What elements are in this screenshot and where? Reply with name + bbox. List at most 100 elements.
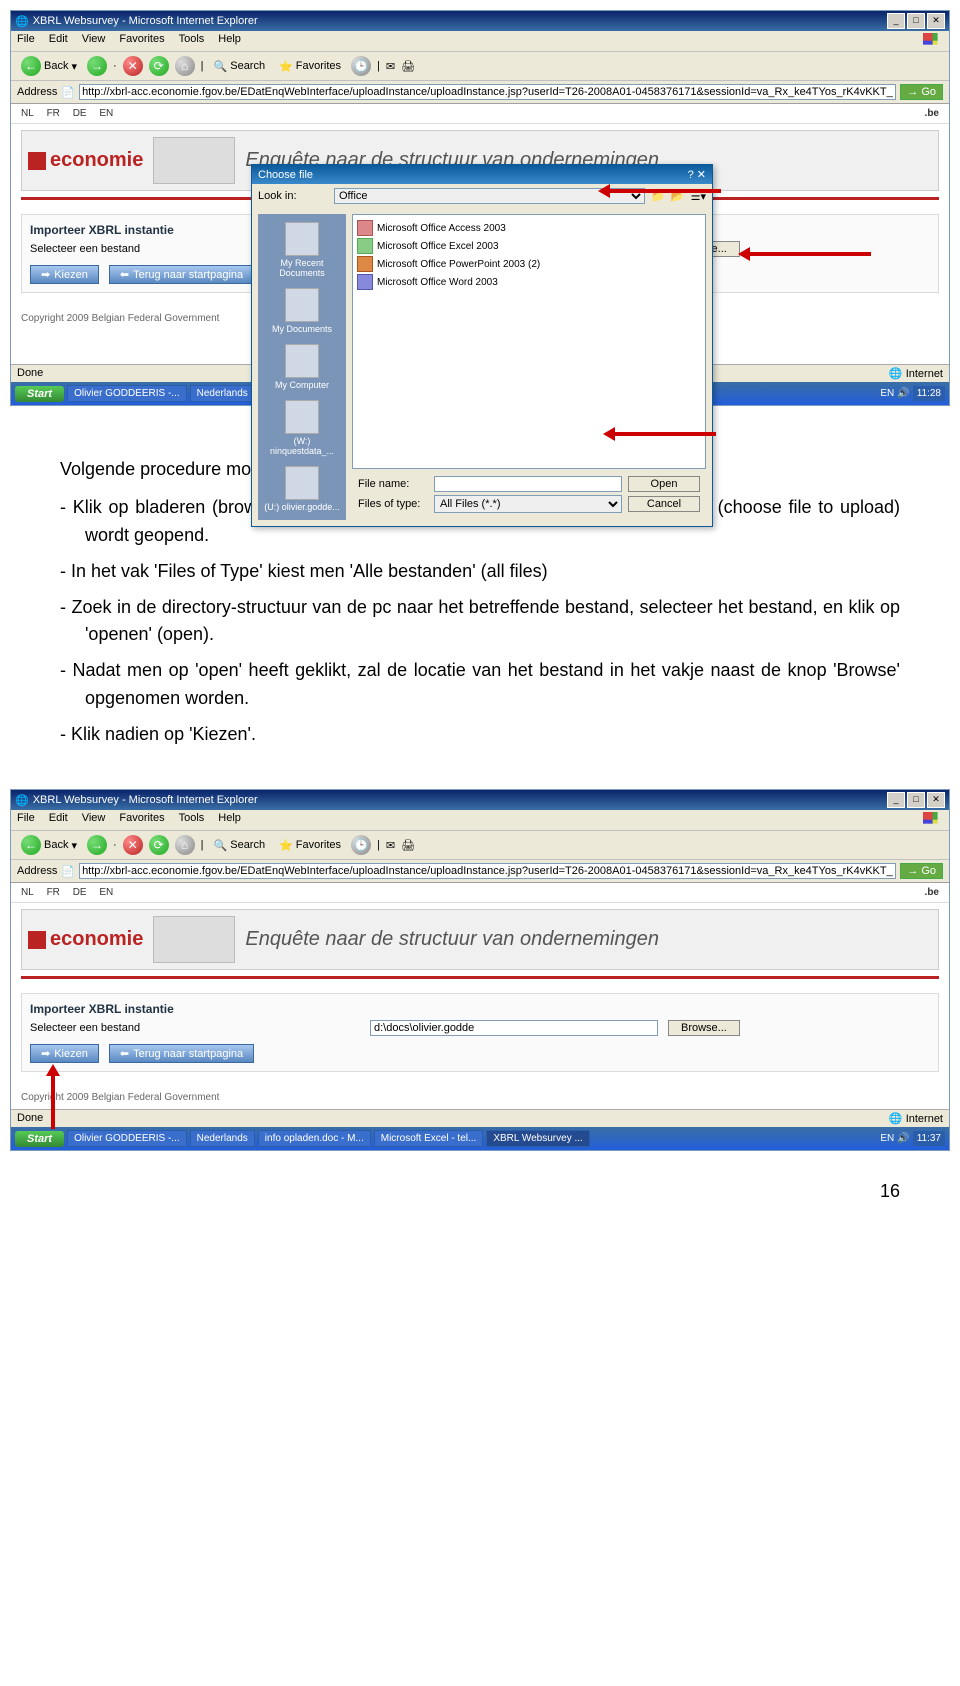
file-path-input[interactable] xyxy=(370,1020,658,1036)
window-title: XBRL Websurvey - Microsoft Internet Expl… xyxy=(33,794,258,806)
start-button[interactable]: Start xyxy=(15,386,64,402)
history-button[interactable]: 🕒 xyxy=(351,835,371,855)
task-item[interactable]: info opladen.doc - M... xyxy=(258,1130,371,1147)
go-button[interactable]: → Go xyxy=(900,84,943,100)
file-row[interactable]: Microsoft Office Excel 2003 xyxy=(357,237,701,255)
menu-view[interactable]: View xyxy=(82,33,106,49)
stop-button[interactable]: ✕ xyxy=(123,56,143,76)
sidebar-recent[interactable]: My Recent Documents xyxy=(262,218,342,282)
kiezen-button[interactable]: ➡ Kiezen xyxy=(30,265,99,284)
dialog-help-button[interactable]: ? xyxy=(688,169,694,181)
address-input[interactable] xyxy=(79,863,896,879)
menu-tools[interactable]: Tools xyxy=(179,812,205,828)
task-item[interactable]: Nederlands xyxy=(190,1130,255,1147)
status-done: Done xyxy=(17,367,43,380)
lang-nl[interactable]: NL xyxy=(21,887,34,898)
close-button[interactable]: ✕ xyxy=(927,13,945,29)
history-button[interactable]: 🕒 xyxy=(351,56,371,76)
tray-lang[interactable]: EN xyxy=(880,388,894,399)
kiezen-button[interactable]: ➡ Kiezen xyxy=(30,1044,99,1063)
lang-nl[interactable]: NL xyxy=(21,108,34,119)
search-button[interactable]: 🔍 Search xyxy=(210,838,270,853)
lang-en[interactable]: EN xyxy=(99,108,113,119)
home-button[interactable]: ⌂ xyxy=(175,835,195,855)
statusbar: Done 🌐 Internet xyxy=(11,1109,949,1127)
mail-icon[interactable]: ✉ xyxy=(386,839,395,852)
open-button[interactable]: Open xyxy=(628,476,700,492)
address-input[interactable] xyxy=(79,84,896,100)
close-button[interactable]: ✕ xyxy=(927,792,945,808)
refresh-button[interactable]: ⟳ xyxy=(149,56,169,76)
lang-fr[interactable]: FR xyxy=(47,108,60,119)
forward-button[interactable]: → xyxy=(87,835,107,855)
file-row[interactable]: Microsoft Office Access 2003 xyxy=(357,219,701,237)
start-button[interactable]: Start xyxy=(15,1131,64,1147)
back-startpage-button[interactable]: ⬅ Terug naar startpagina xyxy=(109,265,254,284)
menu-help[interactable]: Help xyxy=(218,33,241,49)
menu-file[interactable]: File xyxy=(17,33,35,49)
menu-edit[interactable]: Edit xyxy=(49,33,68,49)
dialog-close-button[interactable]: ✕ xyxy=(697,169,706,181)
sidebar-mydocs[interactable]: My Documents xyxy=(262,284,342,338)
favorites-button[interactable]: ⭐ Favorites xyxy=(275,838,345,853)
lang-de[interactable]: DE xyxy=(73,108,87,119)
minimize-button[interactable]: _ xyxy=(887,792,905,808)
tray-icon[interactable]: 🔊 xyxy=(897,1133,909,1144)
list-item: In het vak 'Files of Type' kiest men 'Al… xyxy=(60,558,900,586)
lang-fr[interactable]: FR xyxy=(47,887,60,898)
cancel-button[interactable]: Cancel xyxy=(628,496,700,512)
language-bar: NL FR DE EN .be xyxy=(11,883,949,903)
choose-file-dialog: Choose file ? ✕ Look in: Office 📁 📂 ☰▾ M… xyxy=(251,164,713,527)
stop-button[interactable]: ✕ xyxy=(123,835,143,855)
task-item[interactable]: Nederlands xyxy=(190,385,255,402)
task-item-active[interactable]: XBRL Websurvey ... xyxy=(486,1130,589,1147)
browse-button[interactable]: Browse... xyxy=(668,1020,740,1036)
maximize-button[interactable]: □ xyxy=(907,13,925,29)
menu-edit[interactable]: Edit xyxy=(49,812,68,828)
back-button[interactable]: ←Back ▾ xyxy=(17,834,81,856)
tray-lang[interactable]: EN xyxy=(880,1133,894,1144)
file-row[interactable]: Microsoft Office Word 2003 xyxy=(357,273,701,291)
annotation-arrow xyxy=(606,432,716,436)
sidebar-drive-u[interactable]: (U:) olivier.godde... xyxy=(262,462,342,516)
banner-photo xyxy=(153,137,235,184)
lang-en[interactable]: EN xyxy=(99,887,113,898)
back-startpage-button[interactable]: ⬅ Terug naar startpagina xyxy=(109,1044,254,1063)
favorites-button[interactable]: ⭐ Favorites xyxy=(275,59,345,74)
mail-icon[interactable]: ✉ xyxy=(386,60,395,73)
task-item[interactable]: Olivier GODDEERIS -... xyxy=(67,1130,187,1147)
search-button[interactable]: 🔍 Search xyxy=(210,59,270,74)
menu-help[interactable]: Help xyxy=(218,812,241,828)
print-icon[interactable]: 🖨 xyxy=(401,839,415,852)
home-button[interactable]: ⌂ xyxy=(175,56,195,76)
task-item[interactable]: Microsoft Excel - tel... xyxy=(374,1130,484,1147)
back-button[interactable]: ←Back ▾ xyxy=(17,55,81,77)
maximize-button[interactable]: □ xyxy=(907,792,925,808)
lookin-label: Look in: xyxy=(258,190,328,202)
sidebar-mycomputer[interactable]: My Computer xyxy=(262,340,342,394)
forward-button[interactable]: → xyxy=(87,56,107,76)
language-bar: NL FR DE EN .be xyxy=(11,104,949,124)
minimize-button[interactable]: _ xyxy=(887,13,905,29)
lang-de[interactable]: DE xyxy=(73,887,87,898)
print-icon[interactable]: 🖨 xyxy=(401,60,415,73)
filename-input[interactable] xyxy=(434,476,622,492)
menu-view[interactable]: View xyxy=(82,812,106,828)
tray-icon[interactable]: 🔊 xyxy=(897,388,909,399)
go-button[interactable]: → Go xyxy=(900,863,943,879)
refresh-button[interactable]: ⟳ xyxy=(149,835,169,855)
sidebar-drive-w[interactable]: (W:) ninquestdata_... xyxy=(262,396,342,460)
copyright: Copyright 2009 Belgian Federal Governmen… xyxy=(11,1086,949,1109)
list-item: Klik nadien op 'Kiezen'. xyxy=(60,721,900,749)
menu-tools[interactable]: Tools xyxy=(179,33,205,49)
filetype-dropdown[interactable]: All Files (*.*) xyxy=(434,495,622,513)
file-row[interactable]: Microsoft Office PowerPoint 2003 (2) xyxy=(357,255,701,273)
address-label: Address xyxy=(17,86,57,98)
task-item[interactable]: Olivier GODDEERIS -... xyxy=(67,385,187,402)
menu-file[interactable]: File xyxy=(17,812,35,828)
menu-favorites[interactable]: Favorites xyxy=(119,33,164,49)
windows-logo-icon xyxy=(923,812,943,828)
file-list[interactable]: Microsoft Office Access 2003 Microsoft O… xyxy=(352,214,706,469)
menu-favorites[interactable]: Favorites xyxy=(119,812,164,828)
address-label: Address xyxy=(17,865,57,877)
